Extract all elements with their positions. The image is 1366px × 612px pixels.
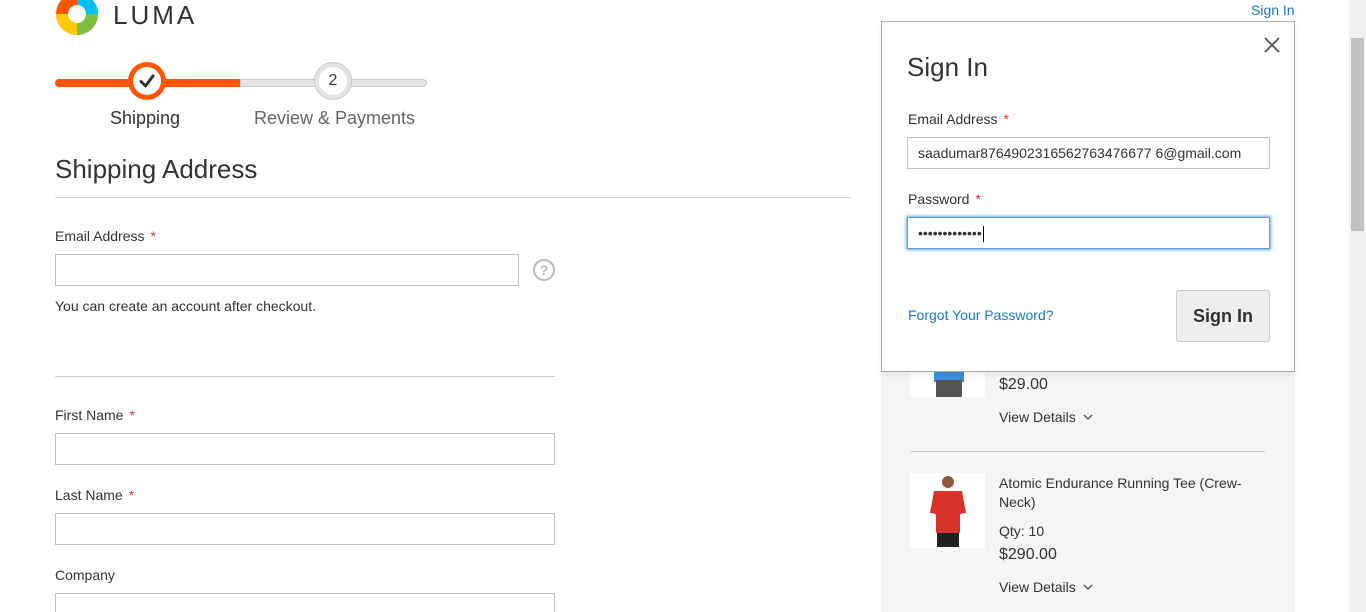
forgot-password-link[interactable]: Forgot Your Password? <box>908 307 1054 323</box>
sign-in-popup: Sign In Email Address * saadumar876490231… <box>881 21 1295 372</box>
company-field[interactable] <box>55 593 555 612</box>
step-review-label[interactable]: Review & Payments <box>254 108 415 129</box>
last-name-field[interactable] <box>55 513 555 545</box>
step-number: 2 <box>319 67 347 95</box>
step-shipping-label[interactable]: Shipping <box>110 108 180 129</box>
product-image-icon <box>930 476 966 547</box>
last-name-label: Last Name * <box>55 487 135 503</box>
checkout-progress: 2 Shipping Review & Payments <box>55 60 427 130</box>
close-icon[interactable] <box>1262 35 1282 55</box>
question-icon[interactable]: ? <box>533 259 555 281</box>
header-sign-in-link[interactable]: Sign In <box>1251 2 1295 18</box>
view-details-toggle[interactable]: View Details <box>999 409 1094 425</box>
brand-name: LUMA <box>113 0 198 30</box>
first-name-field[interactable] <box>55 433 555 465</box>
form-divider <box>55 376 555 377</box>
email-label: Email Address * <box>55 228 156 244</box>
view-details-toggle[interactable]: View Details <box>999 579 1094 595</box>
item-qty: Qty: 10 <box>999 523 1045 539</box>
step-review-marker[interactable]: 2 <box>314 62 352 100</box>
account-note: You can create an account after checkout… <box>55 298 316 314</box>
modal-password-field[interactable]: ••••••••••••• <box>907 217 1270 249</box>
checkmark-icon <box>139 74 155 88</box>
shipping-address-title: Shipping Address <box>55 154 258 184</box>
product-thumbnail <box>910 473 985 548</box>
modal-email-field[interactable]: saadumar8764902316562763476677 6@gmail.c… <box>907 137 1270 169</box>
chevron-down-icon <box>1083 584 1093 590</box>
step-shipping-marker[interactable] <box>128 62 166 100</box>
item-divider <box>910 451 1265 452</box>
modal-email-label: Email Address * <box>908 111 1009 127</box>
page-scrollbar[interactable] <box>1349 0 1366 612</box>
item-price: $29.00 <box>999 376 1048 393</box>
item-name: Atomic Endurance Running Tee (Crew-Neck) <box>999 475 1242 510</box>
scrollbar-thumb[interactable] <box>1351 38 1364 231</box>
item-price: $290.00 <box>999 546 1057 563</box>
chevron-down-icon <box>1083 414 1093 420</box>
brand-logo[interactable]: LUMA <box>55 0 197 36</box>
section-divider <box>55 197 851 198</box>
modal-password-label: Password * <box>908 191 981 207</box>
modal-title: Sign In <box>907 52 988 82</box>
text-cursor <box>982 226 984 243</box>
first-name-label: First Name * <box>55 407 135 423</box>
luma-logo-icon <box>56 0 98 35</box>
company-label: Company <box>55 567 115 583</box>
email-field[interactable] <box>55 254 519 286</box>
sign-in-button[interactable]: Sign In <box>1176 290 1270 342</box>
